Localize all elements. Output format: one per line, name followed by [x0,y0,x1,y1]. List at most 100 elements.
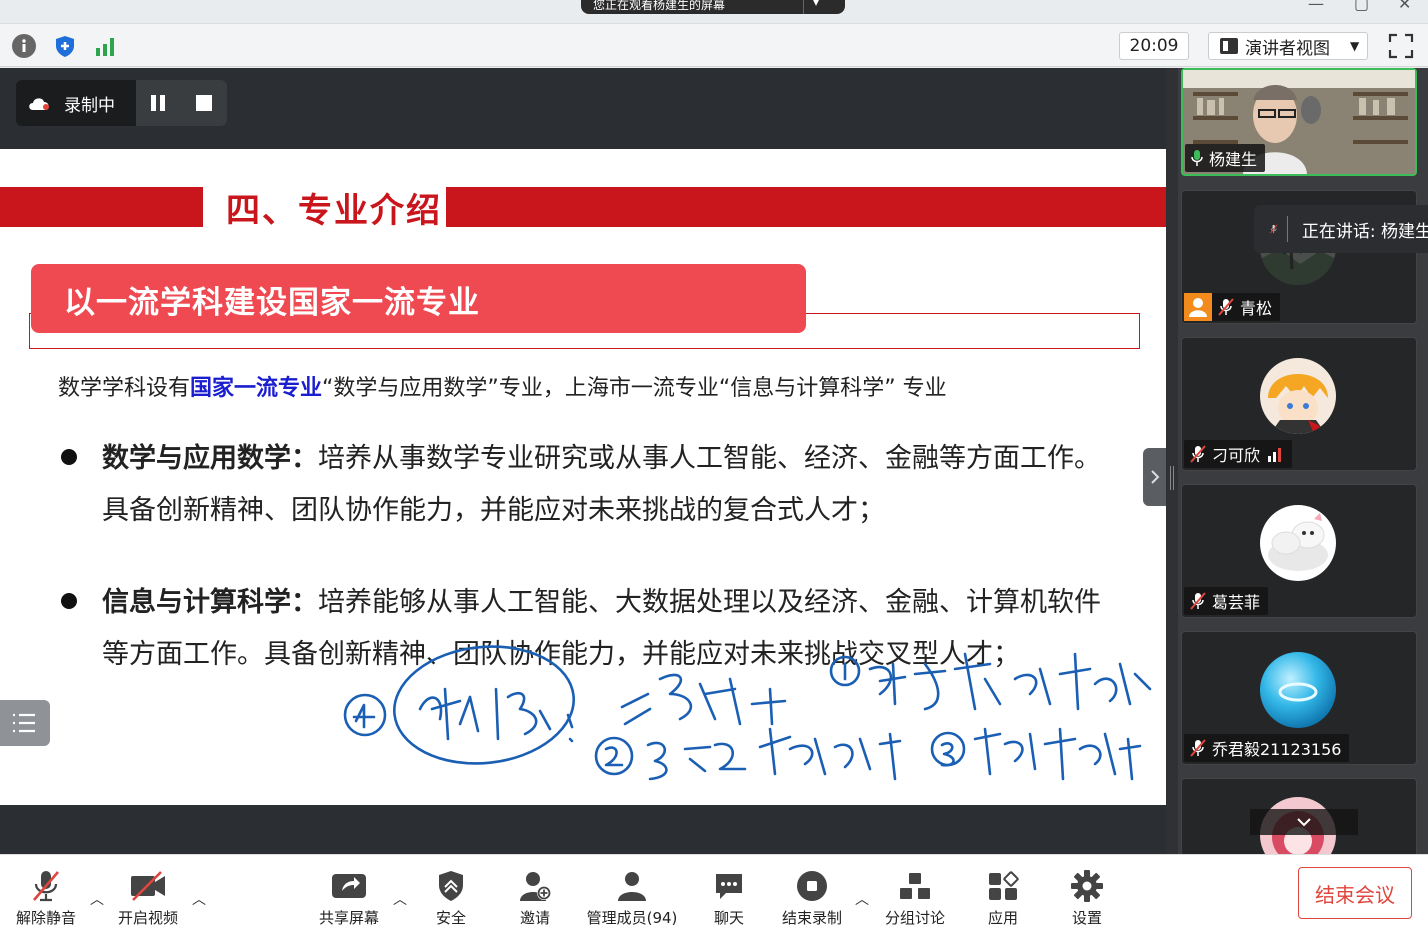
minimize-icon[interactable]: — [1308,0,1324,13]
audio-options-caret[interactable]: ︿ [90,889,104,909]
recording-indicator: 录制中 [16,80,227,126]
stop-icon[interactable] [194,93,214,113]
chevron-down-icon [1297,818,1311,827]
slide-menu-button[interactable] [0,700,50,746]
participant-name-tag: 乔君毅21123156 [1184,734,1350,762]
microphone-muted-icon [1218,298,1234,316]
participant-name-tag: 刁可欣 [1184,440,1293,468]
user-avatar-icon [1184,293,1212,321]
signal-icon [1268,448,1282,462]
settings-button[interactable]: 设置 [1064,855,1110,935]
share-screen-label: 共享屏幕 [318,909,379,927]
gear-icon [1071,870,1103,902]
unmute-label: 解除静音 [15,909,76,927]
microphone-muted-icon [1190,739,1206,757]
banner-divider [803,0,804,14]
participant-name: 杨建生 [1209,150,1258,169]
end-recording-label: 结束录制 [781,909,842,927]
presenter-view-icon [1220,38,1238,54]
participant-name-tag: 杨建生 [1185,144,1266,172]
chevron-right-icon [1151,470,1160,484]
speaking-text: 正在讲话: 杨建生 [1301,221,1428,242]
info-icon[interactable] [12,34,36,58]
microphone-muted-icon [1190,445,1206,463]
members-icon [618,872,646,901]
participant-name-tag: 青松 [1184,293,1281,321]
participant-avatar [1260,358,1336,434]
share-screen-icon [332,874,366,898]
participant-tile[interactable]: 乔君毅21123156 [1181,631,1417,765]
participant-name: 葛芸菲 [1212,593,1261,612]
manage-members-label: 管理成员(94) [586,909,678,927]
recording-options-caret[interactable]: ︿ [855,889,869,909]
end-recording-button[interactable]: 结束录制 [778,855,846,935]
participant-tile[interactable] [1181,778,1417,873]
participant-tile[interactable]: 刁可欣 [1181,337,1417,471]
pause-icon[interactable] [148,93,168,113]
shared-screen-area: 录制中 四、专业介绍 以一流学科建设国家一流专业 数学学科设有国家一流专业“数学… [0,68,1166,854]
participant-tile[interactable]: 葛芸菲 [1181,484,1417,618]
stop-recording-icon [797,871,827,901]
breakout-rooms-button[interactable]: 分组讨论 [882,855,948,935]
meeting-controls-bar: 解除静音 ︿ 开启视频 ︿ 共享屏幕 ︿ 安全 邀请 管理成员(94) 聊天 结… [0,854,1428,935]
ink-annotation-drawing [343,645,1152,781]
presenter-view-label: 演讲者视图 [1245,38,1330,59]
recording-label: 录制中 [64,95,115,116]
meeting-clock: 20:09 [1119,32,1189,60]
invite-button[interactable]: 邀请 [512,855,558,935]
panel-resize-handle[interactable] [1166,68,1178,854]
breakout-rooms-label: 分组讨论 [884,909,945,927]
microphone-muted-icon [33,871,59,902]
settings-label: 设置 [1071,909,1102,927]
add-user-icon [520,872,551,901]
recording-controls [136,80,227,126]
invite-label: 邀请 [519,909,550,927]
manage-members-button[interactable]: 管理成员(94) [584,855,680,935]
start-video-label: 开启视频 [117,909,178,927]
presentation-slide: 四、专业介绍 以一流学科建设国家一流专业 数学学科设有国家一流专业“数学与应用数… [0,149,1166,805]
participant-tile[interactable]: 杨建生 [1181,68,1417,176]
start-video-button[interactable]: 开启视频 [112,855,184,935]
shield-icon[interactable] [53,34,77,58]
security-label: 安全 [435,909,466,927]
microphone-muted-icon [1190,592,1206,610]
maximize-icon[interactable]: ▢ [1354,0,1369,13]
share-banner-text: 您正在观看杨建生的屏幕 [593,0,726,12]
meeting-window: 您正在观看杨建生的屏幕 ▾ — ▢ ✕ 20:09 演讲者视图 ▼ 录制中 四、… [0,0,1428,935]
participant-avatar [1260,505,1336,581]
list-icon [13,713,35,733]
video-camera-muted-icon [131,871,165,901]
unmute-button[interactable]: 解除静音 [12,855,80,935]
apps-grid-icon [989,871,1019,900]
caret-down-icon: ▼ [1350,39,1360,53]
participant-name-tag: 葛芸菲 [1184,587,1269,615]
microphone-icon [1191,150,1203,166]
security-shield-icon [439,871,463,901]
screen-share-banner[interactable]: 您正在观看杨建生的屏幕 ▾ [581,0,845,14]
breakout-rooms-icon [900,873,930,899]
participant-name: 青松 [1240,299,1273,318]
cloud-icon [29,98,49,110]
chat-label: 聊天 [713,909,744,927]
speaking-indicator: 正在讲话: 杨建生 [1254,205,1428,253]
signal-icon[interactable] [94,34,118,58]
share-screen-button[interactable]: 共享屏幕 [314,855,384,935]
apps-button[interactable]: 应用 [980,855,1026,935]
participant-avatar [1260,652,1336,728]
security-button[interactable]: 安全 [428,855,474,935]
chat-bubble-icon [716,874,742,899]
fullscreen-icon[interactable] [1388,33,1414,59]
microphone-muted-icon [1270,224,1278,234]
video-options-caret[interactable]: ︿ [192,889,206,909]
meeting-topbar: 20:09 演讲者视图 ▼ [0,23,1428,67]
chevron-down-icon[interactable]: ▾ [813,0,819,8]
presenter-view-dropdown[interactable]: 演讲者视图 ▼ [1208,32,1368,60]
chat-button[interactable]: 聊天 [706,855,752,935]
panel-toggle-button[interactable] [1143,448,1167,506]
share-options-caret[interactable]: ︿ [393,889,407,909]
close-icon[interactable]: ✕ [1398,0,1411,13]
participant-name: 刁可欣 [1212,446,1261,465]
end-meeting-button[interactable]: 结束会议 [1298,867,1412,919]
scroll-down-button[interactable] [1250,809,1358,835]
apps-label: 应用 [987,909,1018,927]
